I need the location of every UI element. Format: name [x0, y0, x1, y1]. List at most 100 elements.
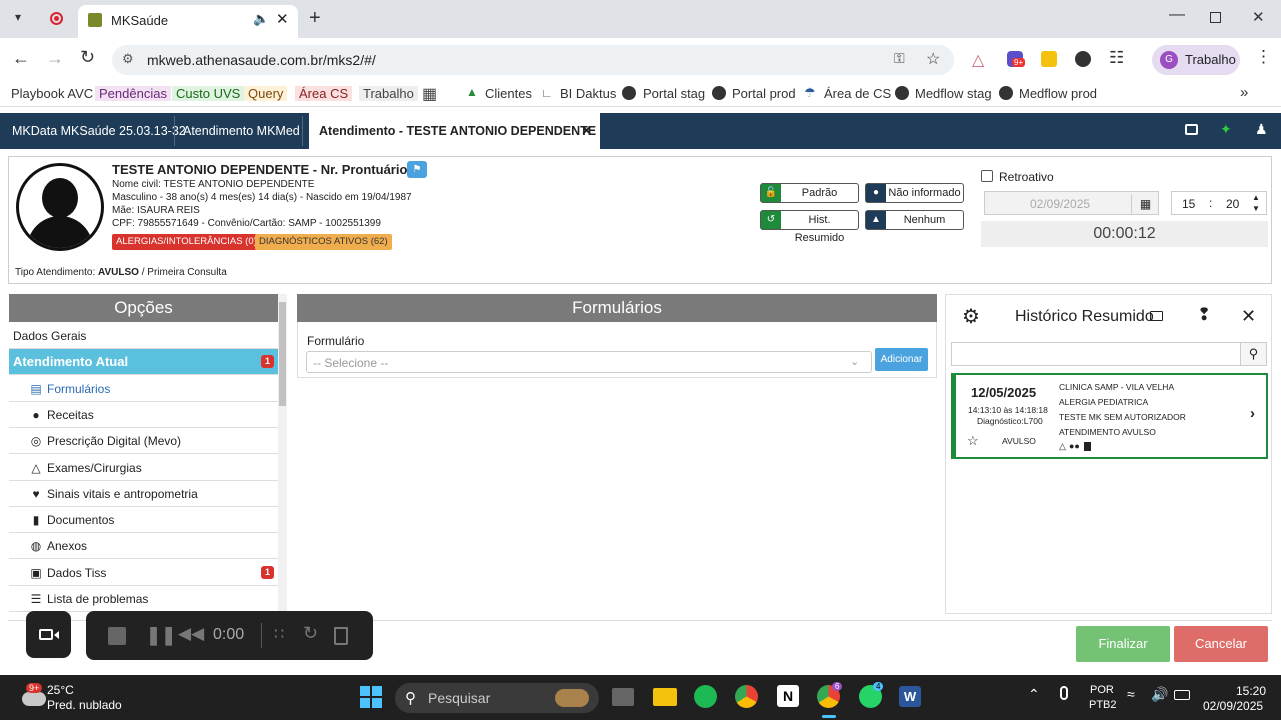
rewind-icon[interactable]: ◀◀: [178, 624, 204, 644]
time-field[interactable]: 15 : 20 ▲ ▼: [1171, 191, 1267, 215]
menu-item-dados-tiss[interactable]: ▣ Dados Tiss 1: [9, 560, 278, 586]
reload-icon[interactable]: ↻: [80, 47, 95, 68]
spotify-icon[interactable]: [694, 685, 717, 708]
gear-icon[interactable]: ⚙: [962, 304, 980, 329]
bookmark-area-cs[interactable]: Área CS: [295, 86, 353, 101]
bookmark-portal-stag[interactable]: Portal stag: [643, 86, 705, 101]
bookmark-query[interactable]: Query: [244, 86, 288, 101]
history-card[interactable]: 12/05/2025 14:13:10 às 14:18:18 Diagnóst…: [951, 373, 1268, 459]
close-window-icon[interactable]: ✕: [1252, 8, 1265, 26]
clock-date[interactable]: 02/09/2025: [1203, 699, 1263, 713]
menu-item-atendimento-atual[interactable]: Atendimento Atual 1: [9, 349, 278, 376]
menu-item-formularios[interactable]: ▤ Formulários: [9, 376, 278, 402]
bookmark-trabalho[interactable]: Trabalho: [359, 86, 418, 101]
opcoes-scrollbar[interactable]: [278, 294, 287, 612]
bookmark-star-icon[interactable]: ☆: [926, 49, 940, 69]
allergies-badge[interactable]: ALERGIAS/INTOLERÂNCIAS (0): [112, 234, 261, 250]
extension-note-icon[interactable]: [1041, 51, 1057, 67]
taskbar-search-box[interactable]: ⚲ Pesquisar: [395, 683, 599, 713]
maximize-icon[interactable]: [1210, 12, 1221, 23]
clock-time[interactable]: 15:20: [1236, 684, 1266, 698]
hour-value[interactable]: 15: [1182, 197, 1195, 211]
forward-icon[interactable]: →: [46, 48, 64, 69]
extension-flask-icon[interactable]: △: [972, 50, 984, 70]
site-info-icon[interactable]: ⚙: [122, 51, 134, 67]
menu-item-dados-gerais[interactable]: Dados Gerais: [9, 323, 278, 349]
favorite-star-icon[interactable]: ☆: [967, 433, 979, 449]
finalizar-button[interactable]: Finalizar: [1076, 626, 1170, 662]
recorder-camera-button[interactable]: [26, 611, 71, 658]
bookmark-custo-uvs[interactable]: Custo UVS: [172, 86, 245, 101]
task-view-icon[interactable]: [612, 688, 634, 706]
hist-resumido-button[interactable]: ↺ Hist. Resumido: [760, 210, 859, 244]
close-tab-icon[interactable]: ✕: [276, 10, 289, 28]
cancelar-button[interactable]: Cancelar: [1174, 626, 1268, 662]
extensions-puzzle-icon[interactable]: ☷: [1109, 48, 1124, 68]
notion-icon[interactable]: N: [777, 685, 799, 707]
pin-icon[interactable]: ❢: [1197, 305, 1211, 325]
nao-informado-button[interactable]: ● Não informado: [865, 183, 964, 203]
bookmark-pendencias[interactable]: Pendências: [95, 86, 171, 101]
pause-icon[interactable]: ❚❚: [146, 625, 176, 646]
keyboard-layout[interactable]: PTB2: [1089, 699, 1117, 711]
chrome-icon[interactable]: [735, 685, 758, 708]
browser-tab-active[interactable]: MKSaúde 🔈 ✕: [78, 5, 298, 38]
back-icon[interactable]: ←: [12, 48, 30, 69]
padrao-button[interactable]: 🔓 Padrão: [760, 183, 859, 203]
bookmark-medflow-stag[interactable]: Medflow stag: [915, 86, 992, 101]
extension-circle-icon[interactable]: [1075, 51, 1091, 67]
retroativo-checkbox[interactable]: [981, 170, 993, 182]
stop-icon[interactable]: [108, 627, 126, 645]
wifi-icon[interactable]: ≈: [1127, 686, 1135, 702]
language-code[interactable]: POR: [1090, 684, 1114, 696]
restart-icon[interactable]: ↻: [303, 623, 318, 644]
trash-icon[interactable]: [334, 627, 348, 645]
card-view-icon[interactable]: [1150, 311, 1163, 321]
bookmark-medflow-prod[interactable]: Medflow prod: [1019, 86, 1097, 101]
bookmark-clientes[interactable]: Clientes: [485, 86, 532, 101]
password-key-icon[interactable]: ⚿: [894, 50, 905, 67]
word-icon[interactable]: W: [899, 686, 921, 707]
tab-search-icon[interactable]: ▾: [8, 10, 28, 28]
date-field[interactable]: 02/09/2025 ▦: [984, 191, 1159, 215]
file-explorer-icon[interactable]: [653, 688, 677, 706]
minimize-icon[interactable]: —: [1169, 6, 1185, 24]
battery-icon[interactable]: [1174, 690, 1190, 700]
notification-bell-icon[interactable]: ⚑: [407, 161, 427, 178]
close-icon[interactable]: ✕: [1241, 306, 1256, 327]
show-hidden-icons[interactable]: ⌃: [1028, 686, 1040, 703]
menu-item-anexos[interactable]: ◍ Anexos: [9, 533, 278, 560]
tab-mkdata[interactable]: MKData MKSaúde 25.03.13-32: [2, 113, 196, 149]
user-icon[interactable]: ♟: [1255, 121, 1268, 138]
volume-icon[interactable]: 🔊: [1151, 686, 1168, 703]
new-tab-icon[interactable]: +: [309, 7, 321, 30]
grid-icon[interactable]: ∷: [274, 624, 284, 644]
nenhum-button[interactable]: ▲ Nenhum: [865, 210, 964, 230]
search-icon[interactable]: ⚲: [1241, 342, 1267, 366]
bookmark-playbook-avc[interactable]: Playbook AVC: [11, 86, 93, 101]
time-spinner-icon[interactable]: ▲ ▼: [1252, 192, 1260, 214]
profile-button[interactable]: G Trabalho: [1152, 45, 1240, 75]
diagnoses-badge[interactable]: DIAGNÓSTICOS ATIVOS (62): [255, 234, 392, 250]
browser-menu-icon[interactable]: ⋮: [1255, 47, 1272, 67]
apps-grid-icon[interactable]: ▦: [422, 84, 437, 104]
adicionar-button[interactable]: Adicionar: [875, 348, 928, 371]
more-bookmarks-icon[interactable]: »: [1240, 84, 1248, 101]
speaker-icon[interactable]: 🔈: [253, 11, 269, 27]
formulario-select[interactable]: -- Selecione -- ⌄: [306, 351, 872, 373]
close-tab-icon[interactable]: ✕: [581, 113, 592, 149]
weather-widget[interactable]: 9+ 25°C Pred. nublado: [0, 675, 130, 720]
menu-item-exames-cirurgias[interactable]: △ Exames/Cirurgias: [9, 455, 278, 481]
microphone-icon[interactable]: [1060, 686, 1068, 700]
bookmark-area-de-cs[interactable]: Área de CS: [824, 86, 891, 101]
windows-start-icon[interactable]: [360, 686, 382, 708]
export-icon[interactable]: [1185, 124, 1198, 135]
menu-item-receitas[interactable]: ● Receitas: [9, 402, 278, 428]
menu-item-prescricao-digital-mevo[interactable]: ◎ Prescrição Digital (Mevo): [9, 428, 278, 455]
tab-atendimento-active[interactable]: Atendimento - TESTE ANTONIO DEPENDENTE ✕: [309, 113, 600, 149]
bookmark-bi-daktus[interactable]: BI Daktus: [560, 86, 616, 101]
chevron-right-icon[interactable]: ›: [1250, 405, 1255, 422]
minute-value[interactable]: 20: [1226, 197, 1239, 211]
bookmark-portal-prod[interactable]: Portal prod: [732, 86, 796, 101]
leaf-icon[interactable]: ✦: [1220, 121, 1232, 138]
